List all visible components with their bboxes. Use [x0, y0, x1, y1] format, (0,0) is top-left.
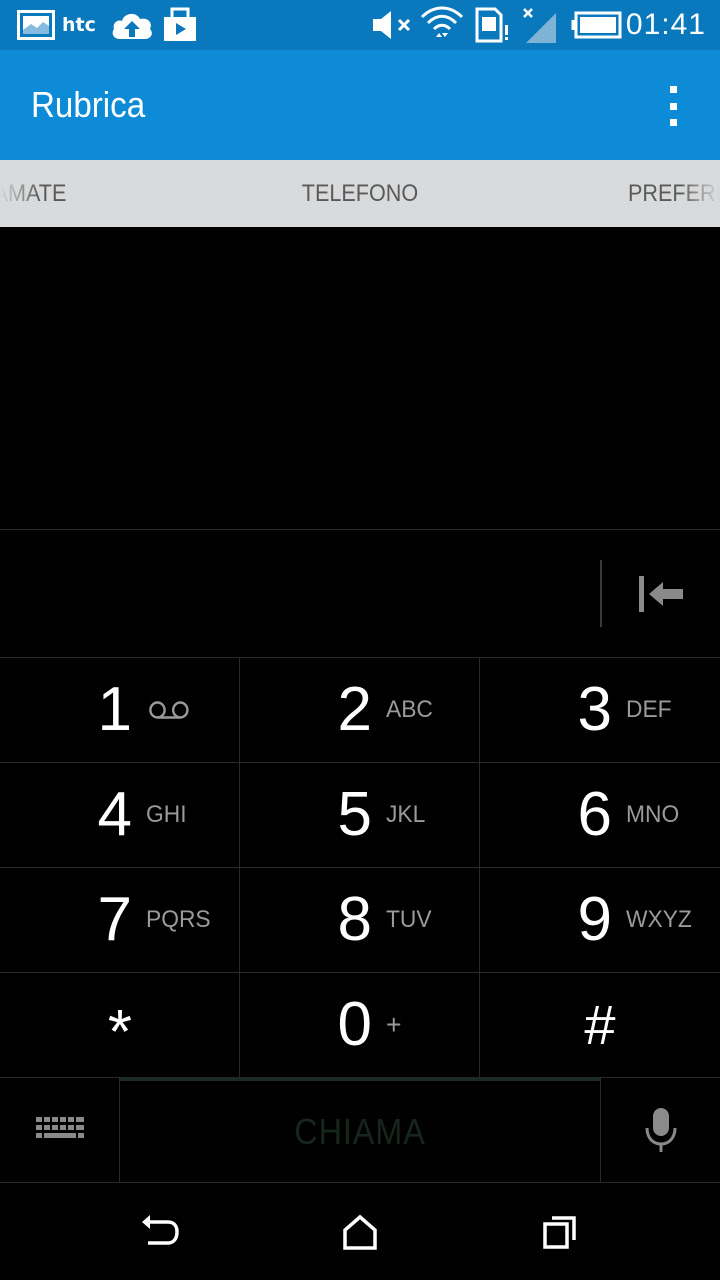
key-digit: #	[584, 993, 616, 1056]
call-button[interactable]: CHIAMA	[120, 1077, 600, 1183]
key-digit: *	[107, 998, 133, 1067]
gallery-icon	[16, 0, 56, 50]
key-1[interactable]: 1	[0, 658, 240, 763]
tab-telefono[interactable]: TELEFONO	[36, 160, 684, 227]
keyboard-icon	[35, 1117, 84, 1138]
key-star[interactable]: *	[0, 973, 240, 1078]
voicemail-icon	[148, 672, 190, 748]
home-icon	[343, 1214, 377, 1250]
key-6[interactable]: 6 MNO	[480, 763, 720, 868]
htc-carrier-label: htc	[62, 14, 96, 36]
home-button[interactable]	[300, 1183, 420, 1280]
clock-time: 01:41	[625, 8, 706, 41]
key-letters: +	[386, 1009, 402, 1040]
key-digit: 4	[97, 780, 132, 849]
key-9[interactable]: 9 WXYZ	[480, 868, 720, 973]
key-digit: 0	[337, 990, 372, 1059]
key-letters: MNO	[626, 801, 680, 828]
store-bag-icon	[160, 0, 200, 50]
number-field	[0, 529, 720, 658]
tab-bar: HIAMATE TELEFONO PREFERI	[0, 160, 720, 227]
sim-card-icon	[472, 0, 512, 50]
system-nav-bar	[0, 1183, 720, 1280]
back-icon	[142, 1214, 179, 1245]
key-hash[interactable]: #	[480, 973, 720, 1078]
key-4[interactable]: 4 GHI	[0, 763, 240, 868]
phone-number-input[interactable]	[0, 530, 600, 658]
microphone-icon	[645, 1108, 676, 1152]
tab-fade-left	[0, 160, 40, 227]
key-letters: PQRS	[146, 906, 211, 933]
keyboard-toggle-button[interactable]	[0, 1077, 120, 1183]
backspace-icon	[639, 576, 683, 612]
key-digit: 2	[337, 675, 372, 744]
key-letters: DEF	[626, 696, 672, 723]
key-5[interactable]: 5 JKL	[240, 763, 480, 868]
key-7[interactable]: 7 PQRS	[0, 868, 240, 973]
signal-icon	[520, 0, 560, 50]
key-digit: 9	[577, 885, 612, 954]
overflow-menu-button[interactable]	[660, 86, 686, 126]
backspace-button[interactable]	[602, 530, 720, 658]
muted-speaker-icon	[370, 0, 416, 50]
key-0[interactable]: 0 +	[240, 973, 480, 1078]
dial-keypad: 1 2 ABC 3 DEF 4 GHI 5 JKL 6 MNO 7 PQRS 8…	[0, 657, 720, 1078]
key-letters: JKL	[386, 801, 426, 828]
wifi-icon	[420, 0, 464, 50]
key-digit: 8	[337, 885, 372, 954]
key-digit: 3	[577, 675, 612, 744]
key-letters: ABC	[386, 696, 433, 723]
call-action-bar: CHIAMA	[0, 1077, 720, 1183]
key-digit: 7	[97, 885, 132, 954]
tab-fade-right	[680, 160, 720, 227]
key-8[interactable]: 8 TUV	[240, 868, 480, 973]
key-letters: WXYZ	[626, 906, 692, 933]
overflow-dot	[669, 102, 677, 110]
status-bar: htc 01:41	[0, 0, 720, 50]
battery-icon	[570, 0, 622, 50]
back-button[interactable]	[100, 1183, 220, 1280]
overflow-dot	[669, 119, 677, 126]
call-label: CHIAMA	[294, 1111, 426, 1152]
key-2[interactable]: 2 ABC	[240, 658, 480, 763]
page-title: Rubrica	[31, 84, 146, 125]
key-letters: GHI	[146, 801, 187, 828]
key-digit: 1	[97, 675, 132, 744]
key-letters: TUV	[386, 906, 432, 933]
app-bar: Rubrica	[0, 50, 720, 160]
overflow-menu-icon	[669, 86, 677, 93]
key-digit: 5	[337, 780, 372, 849]
key-3[interactable]: 3 DEF	[480, 658, 720, 763]
voice-dial-button[interactable]	[600, 1077, 720, 1183]
key-digit: 6	[577, 780, 612, 849]
cloud-upload-icon	[110, 0, 154, 50]
recents-button[interactable]	[500, 1183, 620, 1280]
recents-icon	[543, 1215, 576, 1249]
